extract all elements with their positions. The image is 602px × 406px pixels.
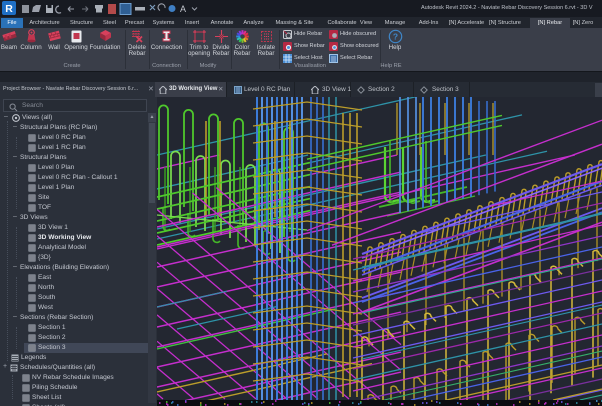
svg-text:R: R bbox=[5, 3, 13, 15]
svg-text:A: A bbox=[180, 4, 186, 14]
svg-text:?: ? bbox=[392, 32, 397, 42]
